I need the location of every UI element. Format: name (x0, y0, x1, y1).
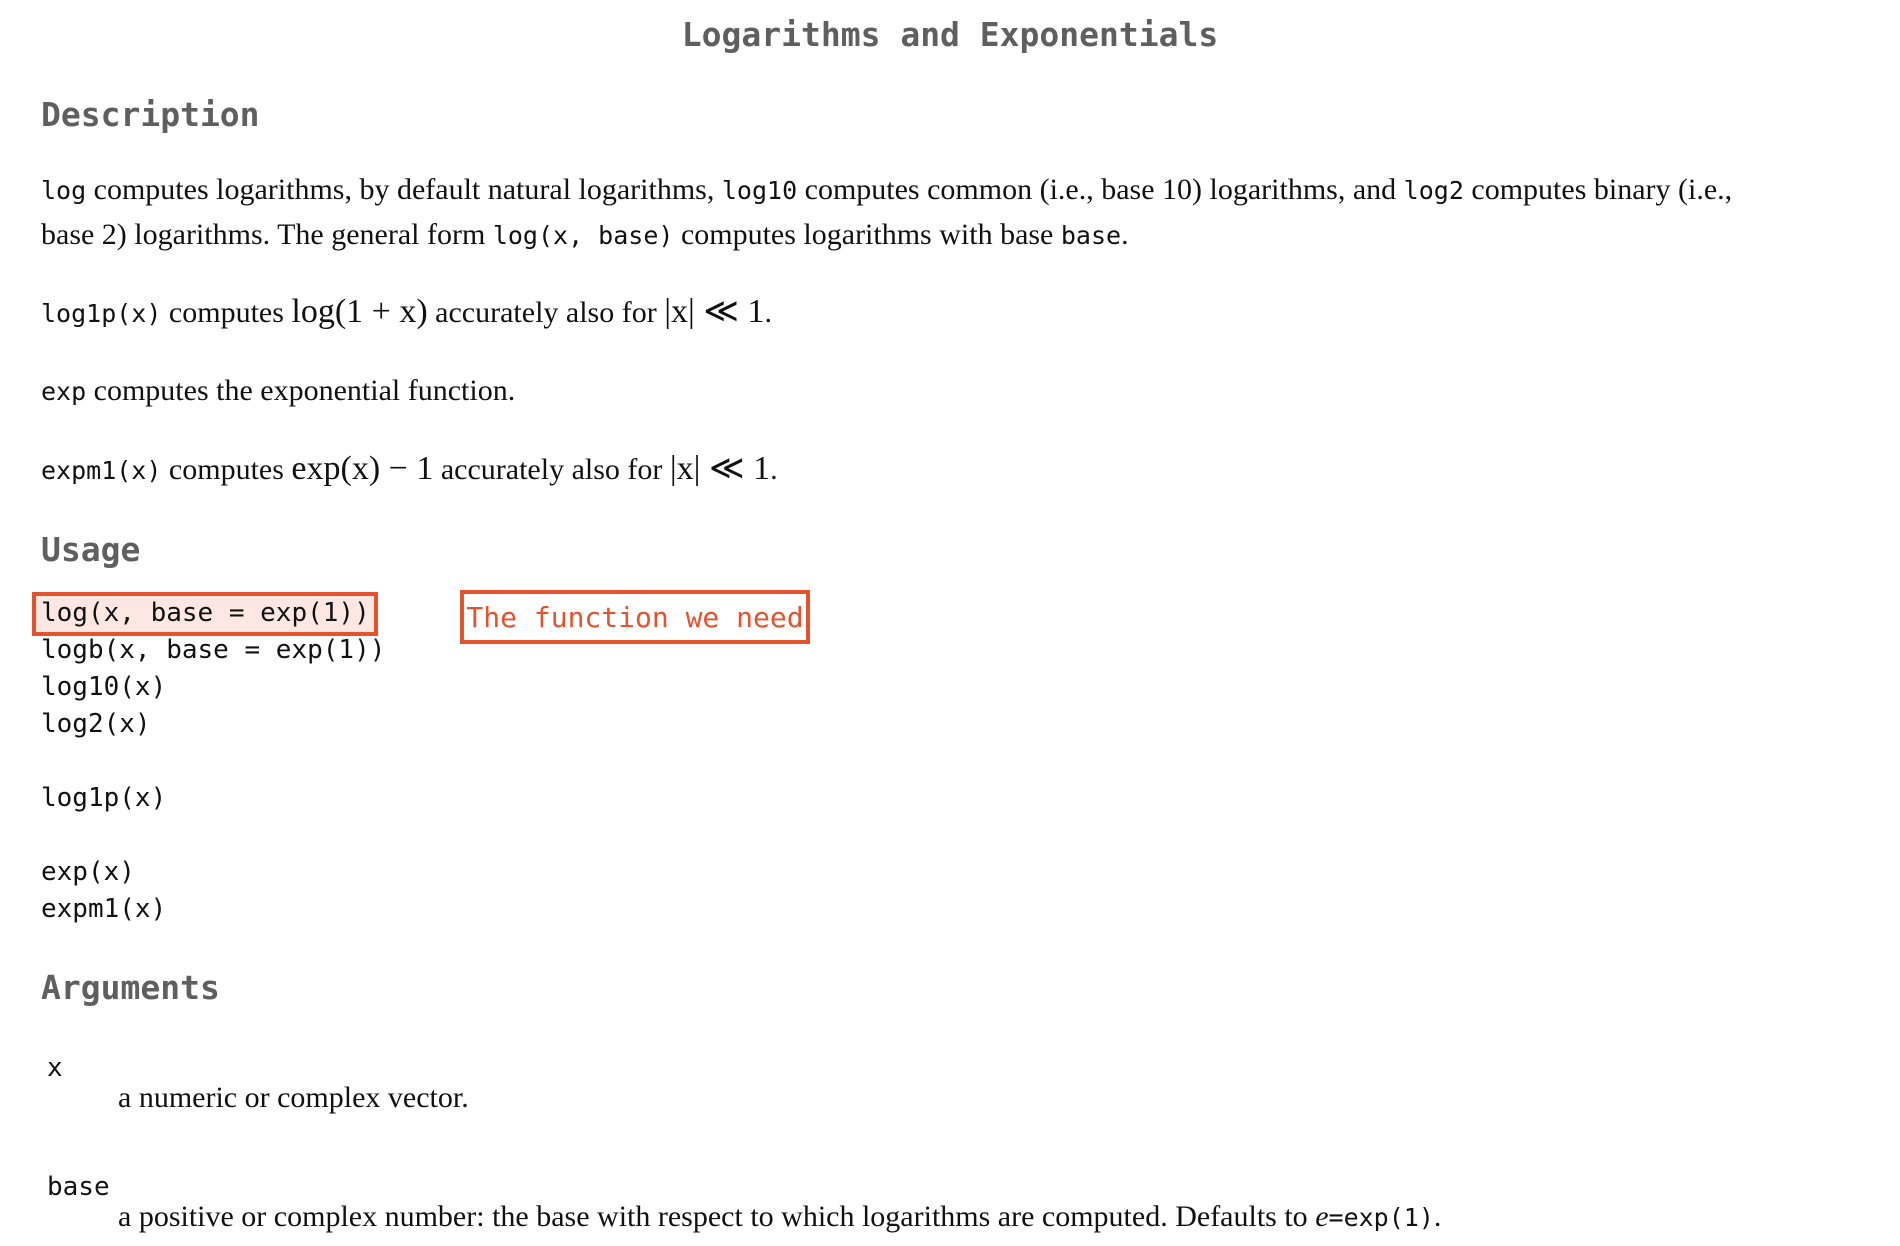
usage-line: expm1(x) (41, 894, 167, 924)
usage-line: log10(x) (41, 672, 167, 702)
argument-desc-x: a numeric or complex vector. (118, 1081, 469, 1114)
usage-line: log(x, base = exp(1)) (41, 598, 370, 628)
code-exp-1: =exp(1) (1328, 1203, 1434, 1232)
annotation-callout: The function we need (460, 590, 810, 644)
code-log2: log2 (1403, 176, 1464, 205)
usage-line: exp(x) (41, 857, 135, 887)
description-paragraph-1: log computes logarithms, by default natu… (41, 173, 1733, 251)
usage-line: logb(x, base = exp(1)) (41, 635, 386, 665)
description-paragraph-log1p: log1p(x) computes log(1 + x) accurately … (41, 293, 772, 330)
math-log-1-plus-x: log(1 + x) (291, 293, 428, 330)
math-e: e (1315, 1200, 1329, 1233)
argument-name-x: x (47, 1053, 63, 1083)
usage-line: log2(x) (41, 709, 151, 739)
argument-name-base: base (47, 1172, 110, 1202)
code-general-form: log(x, base) (492, 221, 674, 250)
description-paragraph-expm1: expm1(x) computes exp(x) − 1 accurately … (41, 450, 778, 487)
code-log10: log10 (721, 176, 798, 205)
math-condition: |x| ≪ 1 (669, 450, 771, 487)
math-condition: |x| ≪ 1 (664, 293, 765, 330)
section-heading-description: Description (41, 95, 260, 134)
description-paragraph-exp: exp computes the exponential function. (41, 374, 516, 407)
page-title: Logarithms and Exponentials (681, 15, 1219, 54)
math-exp-minus-1: exp(x) − 1 (291, 450, 434, 487)
argument-desc-base: a positive or complex number: the base w… (118, 1200, 1442, 1233)
code-base: base (1060, 221, 1122, 250)
section-heading-usage: Usage (41, 530, 141, 569)
section-heading-arguments: Arguments (41, 968, 220, 1007)
usage-line: log1p(x) (41, 783, 167, 813)
code-log: log (41, 176, 87, 205)
